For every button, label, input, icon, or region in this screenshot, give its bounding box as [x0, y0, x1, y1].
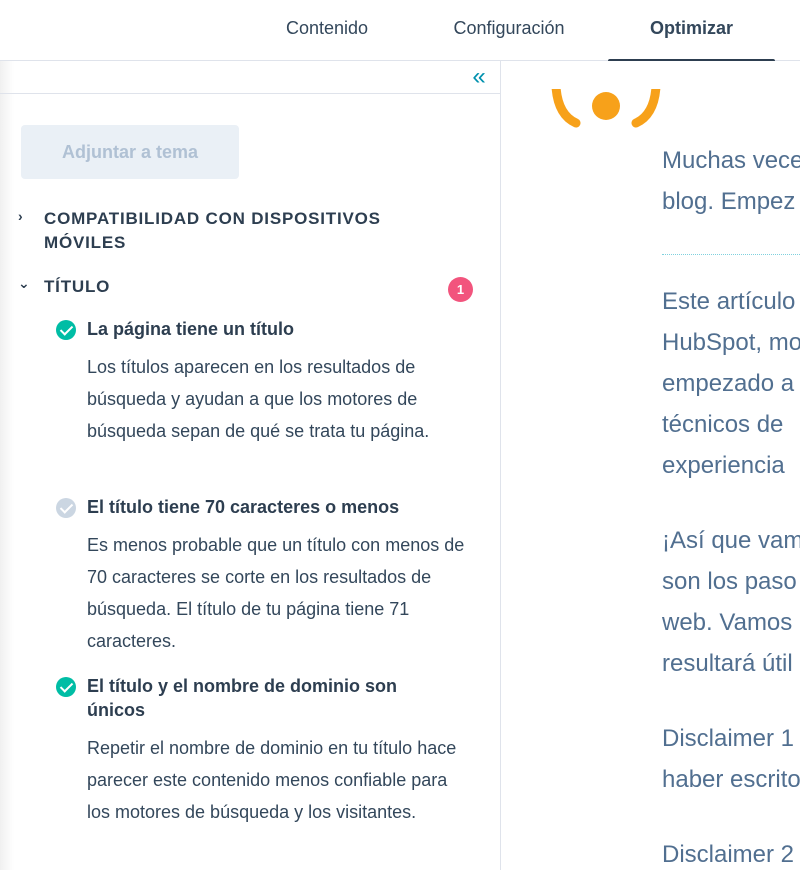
- hubspot-sprocket-logo: [551, 89, 661, 128]
- check-description: Es menos probable que un título con meno…: [87, 535, 465, 651]
- check-description: Los títulos aparecen en los resultados d…: [87, 357, 430, 441]
- preview-paragraph: Muchas vece blog. Empez: [662, 147, 800, 215]
- tab-optimizar[interactable]: Optimizar: [608, 0, 775, 62]
- check-circle-icon: [56, 320, 76, 340]
- preview-divider: [662, 254, 800, 255]
- section-label: TÍTULO: [44, 277, 111, 296]
- preview-paragraph: Disclaimer 1 haber escrito: [662, 725, 800, 793]
- chevron-down-icon: ⌄: [18, 275, 30, 291]
- section-label: COMPATIBILIDAD CON DISPOSITIVOS MÓVILES: [44, 209, 381, 252]
- issue-count-badge: 1: [448, 277, 473, 302]
- attach-to-theme-button[interactable]: Adjuntar a tema: [21, 125, 239, 179]
- editor-tab-bar: Contenido Configuración Optimizar: [0, 0, 800, 62]
- preview-paragraph: Disclaimer 2: [662, 841, 795, 868]
- check-description: Repetir el nombre de dominio en tu títul…: [87, 738, 457, 822]
- check-circle-icon: [56, 677, 76, 697]
- tab-contenido[interactable]: Contenido: [262, 0, 392, 61]
- content-preview: Muchas vece blog. Empez Este artículo Hu…: [502, 61, 800, 870]
- tab-configuracion[interactable]: Configuración: [430, 0, 588, 61]
- preview-paragraph: ¡Así que vam son los paso web. Vamos res…: [662, 527, 800, 677]
- double-chevron-left-icon[interactable]: «: [466, 65, 492, 90]
- preview-paragraph: Este artículo HubSpot, mo empezado a téc…: [662, 288, 800, 479]
- check-circle-muted-icon: [56, 498, 76, 518]
- check-title: La página tiene un título: [87, 319, 294, 339]
- panel-header: «: [0, 61, 500, 94]
- check-title: El título tiene 70 caracteres o menos: [87, 497, 400, 517]
- check-title: El título y el nombre de dominio son úni…: [87, 676, 398, 720]
- optimize-panel: « Adjuntar a tema › COMPATIBILIDAD CON D…: [0, 61, 501, 870]
- chevron-right-icon: ›: [18, 208, 23, 224]
